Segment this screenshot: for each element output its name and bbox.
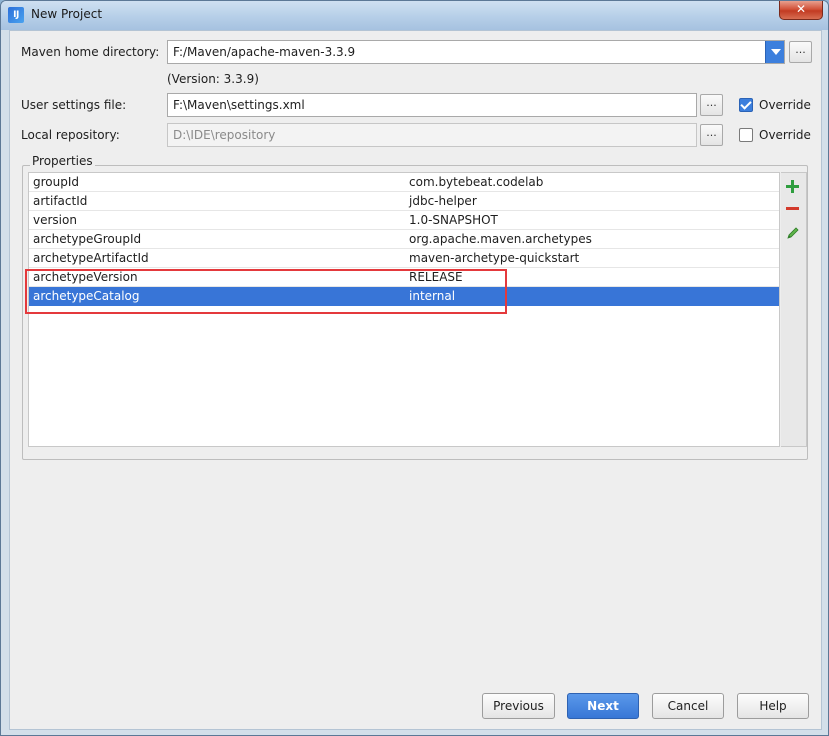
- minus-icon[interactable]: [785, 201, 801, 217]
- intellij-app-icon: IJ: [8, 7, 24, 23]
- table-row[interactable]: version 1.0-SNAPSHOT: [29, 211, 779, 230]
- property-key: groupId: [33, 175, 80, 189]
- maven-home-combobox[interactable]: F:/Maven/apache-maven-3.3.9: [167, 40, 785, 64]
- property-key: artifactId: [33, 194, 88, 208]
- user-settings-override-checkbox[interactable]: [739, 98, 753, 112]
- maven-home-browse-button[interactable]: ...: [789, 41, 812, 63]
- maven-version-note: (Version: 3.3.9): [167, 72, 259, 86]
- chevron-down-icon[interactable]: [765, 41, 784, 63]
- table-row[interactable]: archetypeArtifactId maven-archetype-quick…: [29, 249, 779, 268]
- user-settings-label: User settings file:: [21, 98, 127, 112]
- user-settings-browse-button[interactable]: ...: [700, 94, 723, 116]
- close-button[interactable]: ✕: [779, 1, 823, 20]
- local-repo-browse-button[interactable]: ...: [700, 124, 723, 146]
- help-button[interactable]: Help: [737, 693, 809, 719]
- title-bar[interactable]: IJ New Project ✕: [1, 1, 828, 30]
- cancel-button[interactable]: Cancel: [652, 693, 724, 719]
- local-repo-override-checkbox[interactable]: [739, 128, 753, 142]
- user-settings-field[interactable]: F:\Maven\settings.xml: [167, 93, 697, 117]
- property-value: maven-archetype-quickstart: [409, 251, 580, 265]
- properties-title: Properties: [30, 154, 95, 168]
- pencil-icon[interactable]: [785, 225, 801, 241]
- local-repo-label: Local repository:: [21, 128, 120, 142]
- property-value: jdbc-helper: [409, 194, 477, 208]
- properties-toolbar: [781, 172, 807, 447]
- property-value: org.apache.maven.archetypes: [409, 232, 592, 246]
- table-row[interactable]: archetypeGroupId org.apache.maven.archety…: [29, 230, 779, 249]
- property-key: archetypeGroupId: [33, 232, 142, 246]
- dialog-content: Maven home directory: F:/Maven/apache-ma…: [9, 30, 822, 730]
- property-value: com.bytebeat.codelab: [409, 175, 544, 189]
- local-repo-override-label[interactable]: Override: [759, 128, 811, 142]
- maven-home-value: F:/Maven/apache-maven-3.3.9: [173, 45, 356, 59]
- new-project-window: IJ New Project ✕ Maven home directory: F…: [0, 0, 829, 736]
- previous-button[interactable]: Previous: [482, 693, 555, 719]
- next-button[interactable]: Next: [567, 693, 639, 719]
- table-row[interactable]: artifactId jdbc-helper: [29, 192, 779, 211]
- maven-home-label: Maven home directory:: [21, 45, 160, 59]
- table-row[interactable]: groupId com.bytebeat.codelab: [29, 173, 779, 192]
- user-settings-override-label[interactable]: Override: [759, 98, 811, 112]
- property-key: version: [33, 213, 77, 227]
- property-key: archetypeArtifactId: [33, 251, 149, 265]
- window-title: New Project: [31, 7, 103, 21]
- property-value: 1.0-SNAPSHOT: [409, 213, 498, 227]
- annotation-highlight-box: [25, 269, 507, 314]
- plus-icon[interactable]: [785, 179, 801, 195]
- local-repo-field: D:\IDE\repository: [167, 123, 697, 147]
